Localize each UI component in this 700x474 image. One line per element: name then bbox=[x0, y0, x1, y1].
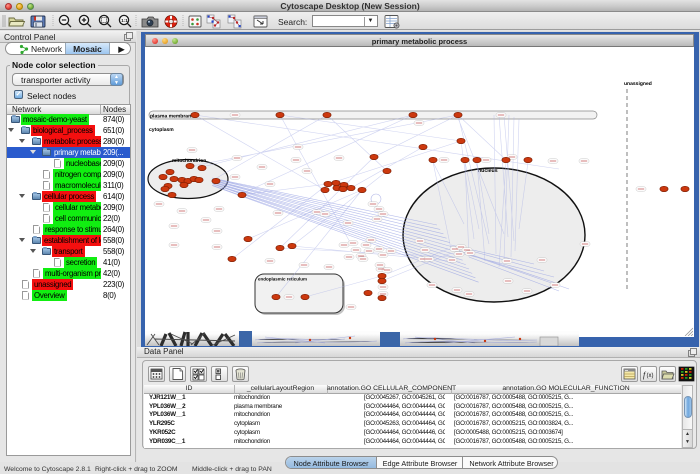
svg-text:plasma membrane: plasma membrane bbox=[150, 114, 194, 120]
svg-text:cytoplasm: cytoplasm bbox=[149, 127, 174, 133]
svg-text:unassigned: unassigned bbox=[624, 81, 652, 87]
svg-text:endoplasmic reticulum: endoplasmic reticulum bbox=[258, 277, 307, 282]
svg-text:1:1: 1:1 bbox=[121, 18, 128, 23]
svg-text:(x): (x) bbox=[647, 373, 654, 379]
